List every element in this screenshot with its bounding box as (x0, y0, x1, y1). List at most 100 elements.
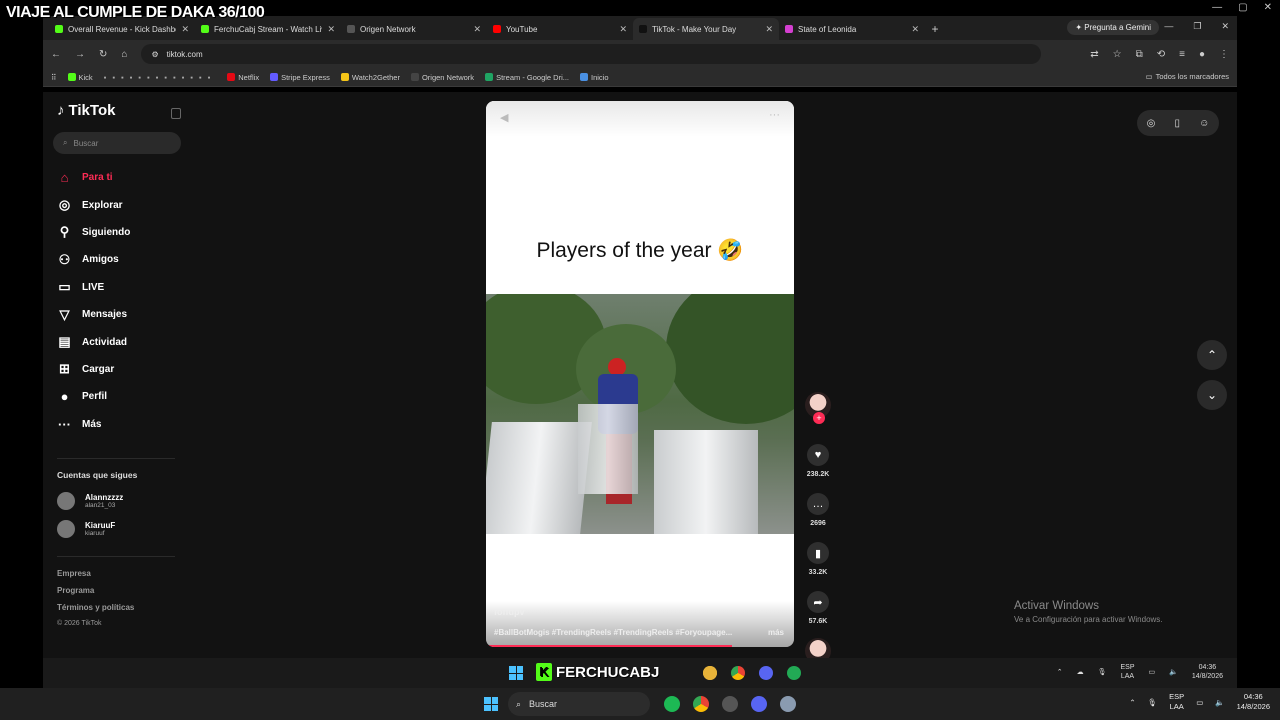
video-options-icon[interactable]: ··· (769, 109, 780, 121)
site-info-icon[interactable]: ⚙ (151, 50, 158, 59)
tab[interactable]: YouTube ✕ (487, 18, 633, 40)
tray-chevron-icon[interactable]: ⌃ (1057, 668, 1063, 676)
mic-icon[interactable]: 🎙 (1098, 668, 1107, 676)
next-video-button[interactable]: ⌄ (1197, 380, 1227, 410)
clock[interactable]: 04:36 14/8/2026 (1192, 663, 1223, 681)
tab-close-icon[interactable]: ✕ (765, 24, 773, 35)
followed-account[interactable]: Alannzzzz alan21_03 (57, 492, 123, 510)
clock[interactable]: 04:36 14/8/2026 (1237, 692, 1270, 712)
all-bookmarks-button[interactable]: ▭ Todos los marcadores (1146, 72, 1229, 81)
close-window-icon[interactable]: ✕ (1221, 21, 1229, 32)
forward-icon[interactable]: → (75, 49, 85, 60)
bookmark-item[interactable]: Origen Network (410, 73, 474, 82)
volume-icon[interactable]: ◀ (500, 111, 508, 124)
obs-icon[interactable] (722, 696, 738, 712)
nav-item-más[interactable]: ··· Más (57, 411, 130, 438)
nav-item-perfil[interactable]: ● Perfil (57, 383, 130, 410)
comment-button[interactable]: … 2696 (804, 493, 832, 527)
bookmark-item[interactable]: Kick (67, 73, 93, 82)
creator-avatar-button[interactable]: + (804, 392, 832, 424)
new-tab-button[interactable]: + (925, 18, 945, 40)
taskbar-search[interactable]: ⌕ Buscar (508, 692, 650, 716)
compass-small-icon[interactable]: ◎ (1147, 118, 1156, 129)
video-progress[interactable] (486, 645, 733, 647)
settings-icon[interactable] (780, 696, 796, 712)
collapse-sidebar-icon[interactable] (171, 108, 181, 119)
tab-close-icon[interactable]: ✕ (327, 24, 335, 35)
tab-close-icon[interactable]: ✕ (911, 24, 919, 35)
user-avatar-icon[interactable]: ☺ (1199, 118, 1209, 129)
history-icon[interactable]: ⟲ (1157, 49, 1165, 60)
volume-tray-icon[interactable]: 🔈 (1169, 668, 1178, 676)
extensions-icon[interactable]: ⧉ (1136, 49, 1143, 60)
video-hashtags[interactable]: #BallBotMogis #TrendingReels #TrendingRe… (494, 628, 754, 637)
bookmark-item[interactable]: Stripe Express (270, 73, 330, 82)
follow-plus-icon[interactable]: + (813, 412, 825, 424)
restore-icon[interactable]: ❐ (1193, 21, 1201, 32)
previous-video-button[interactable]: ⌃ (1197, 340, 1227, 370)
back-icon[interactable]: ← (51, 49, 61, 60)
followed-account[interactable]: KiaruuF kiaruuf (57, 520, 115, 538)
nav-item-cargar[interactable]: ⊞ Cargar (57, 356, 130, 383)
start-button[interactable] (484, 697, 498, 711)
minimize-icon[interactable]: — (1164, 21, 1173, 32)
translate-icon[interactable]: ⇄ (1090, 49, 1098, 60)
tab[interactable]: Origen Network ✕ (341, 18, 487, 40)
bookmark-star-icon[interactable]: ☆ (1113, 49, 1122, 60)
like-button[interactable]: ♥ 238.2K (804, 444, 832, 478)
tab-close-icon[interactable]: ✕ (619, 24, 627, 35)
tab[interactable]: TikTok - Make Your Day ✕ (633, 18, 779, 40)
nav-item-live[interactable]: ▭ LIVE (57, 274, 130, 301)
tab[interactable]: State of Leonida ✕ (779, 18, 925, 40)
save-button[interactable]: ▮ 33.2K (804, 542, 832, 576)
media-icon[interactable]: ≡ (1179, 49, 1185, 60)
more-link[interactable]: más (768, 628, 784, 637)
bookmark-icon-strip[interactable]: ▪▪▪▪▪▪▪▪▪▪▪▪▪ (104, 73, 217, 82)
tiktok-logo[interactable]: ♪ TikTok (57, 102, 115, 119)
reload-icon[interactable]: ↻ (99, 49, 107, 60)
address-bar[interactable]: ⚙ tiktok.com (141, 44, 1042, 64)
nav-item-amigos[interactable]: ⚇ Amigos (57, 246, 130, 273)
profile-avatar-icon[interactable]: ● (1199, 49, 1205, 60)
bookmark-favicon-icon (485, 73, 494, 81)
bookmark-item[interactable]: Stream - Google Dri... (485, 73, 569, 82)
tab-close-icon[interactable]: ✕ (473, 24, 481, 35)
gemini-button[interactable]: ✦ Pregunta a Gemini (1067, 20, 1159, 35)
display-icon[interactable]: ▭ (1149, 668, 1156, 676)
spotify-icon[interactable] (664, 696, 680, 712)
app-icon[interactable] (787, 666, 801, 680)
chrome-icon[interactable] (731, 666, 745, 680)
menu-icon[interactable]: ⋮ (1219, 49, 1229, 60)
home-page-icon[interactable]: ⌂ (121, 49, 127, 60)
cloud-icon[interactable]: ☁ (1077, 668, 1084, 676)
language-indicator[interactable]: ESP LAA (1169, 692, 1184, 712)
nav-item-mensajes[interactable]: ▽ Mensajes (57, 301, 130, 328)
chrome-icon[interactable] (693, 696, 709, 712)
video-author[interactable]: foffdpv (494, 607, 525, 617)
video-topbar: ◀ ··· (486, 101, 794, 137)
footer-link-programa[interactable]: Programa (57, 583, 134, 600)
apps-icon[interactable]: ⠿ (51, 73, 57, 82)
language-indicator[interactable]: ESP LAA (1120, 663, 1134, 681)
nav-item-actividad[interactable]: ▤ Actividad (57, 328, 130, 355)
nav-item-explorar[interactable]: ◎ Explorar (57, 191, 130, 218)
nav-item-para-ti[interactable]: ⌂ Para ti (57, 164, 130, 191)
tray-chevron-icon[interactable]: ⌃ (1129, 698, 1135, 707)
footer-link-terms[interactable]: Términos y políticas (57, 600, 134, 617)
footer-link-empresa[interactable]: Empresa (57, 566, 134, 583)
search-input[interactable]: ⌕ Buscar (53, 132, 181, 154)
bookmark-item[interactable]: Watch2Gether (340, 73, 400, 82)
discord-icon[interactable] (751, 696, 767, 712)
video-player[interactable]: ◀ ··· Players of the year 🤣 foffdpv #Bal (486, 101, 794, 647)
share-button[interactable]: ➦ 57.6K (804, 591, 832, 625)
mic-icon[interactable]: 🎙 (1148, 698, 1158, 707)
display-icon[interactable]: ▭ (1196, 698, 1203, 707)
bookmark-item[interactable]: Inicio (580, 73, 609, 82)
device-icon[interactable]: ▯ (1174, 118, 1180, 129)
nav-item-siguiendo[interactable]: ⚲ Siguiendo (57, 219, 131, 246)
discord-icon[interactable] (759, 666, 773, 680)
tab-close-icon[interactable]: ✕ (181, 24, 189, 35)
volume-tray-icon[interactable]: 🔈 (1215, 698, 1224, 707)
start-icon[interactable] (509, 666, 523, 680)
bookmark-item[interactable]: Netflix (227, 73, 259, 82)
